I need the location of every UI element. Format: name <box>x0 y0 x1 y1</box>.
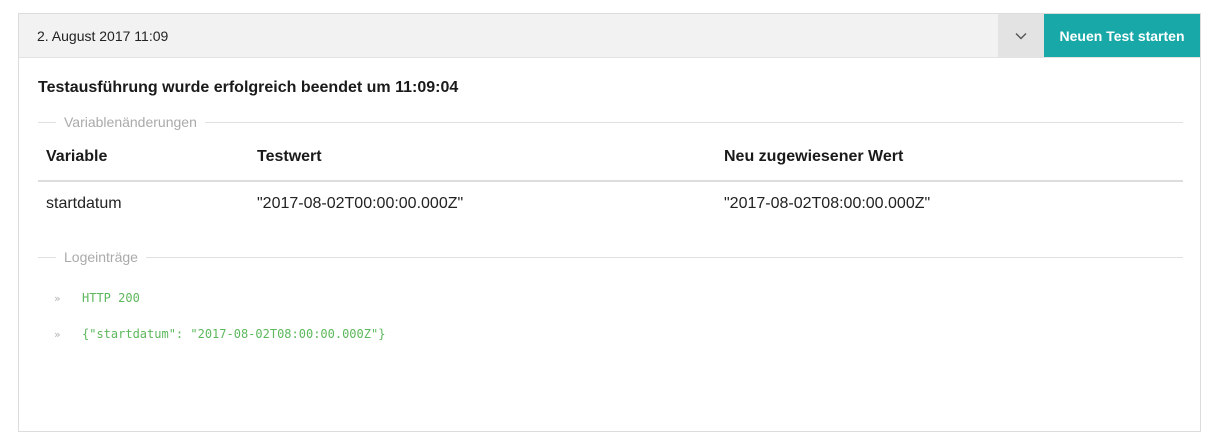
cell-variable: startdatum <box>46 195 122 212</box>
table-row: startdatum "2017-08-02T00:00:00.000Z" "2… <box>38 181 1183 213</box>
column-header-test-value: Testwert <box>249 148 716 182</box>
logs-legend: Logeinträge <box>38 249 1183 265</box>
cell-new-value: "2017-08-02T08:00:00.000Z" <box>724 195 931 212</box>
log-entry: » HTTP 200 <box>54 291 1183 305</box>
test-panel: 2. August 2017 11:09 Neuen Test starten … <box>18 13 1201 432</box>
selected-run-label: 2. August 2017 11:09 <box>37 27 169 44</box>
variable-changes-table: Variable Testwert Neu zugewiesener Wert … <box>38 148 1183 213</box>
legend-divider <box>38 121 56 123</box>
run-dropdown-toggle[interactable] <box>998 14 1044 57</box>
test-run-select[interactable]: 2. August 2017 11:09 <box>19 14 998 57</box>
legend-divider <box>38 256 56 258</box>
column-header-new-value: Neu zugewiesener Wert <box>716 148 1183 182</box>
log-entries: » HTTP 200 » {"startdatum": "2017-08-02T… <box>38 291 1183 341</box>
table-header-row: Variable Testwert Neu zugewiesener Wert <box>38 148 1183 182</box>
test-run-toolbar: 2. August 2017 11:09 Neuen Test starten <box>19 14 1200 58</box>
legend-divider <box>204 121 1183 123</box>
log-entry-text: HTTP 200 <box>82 291 140 305</box>
chevron-down-icon <box>1015 28 1027 43</box>
log-entry-text: {"startdatum": "2017-08-02T08:00:00.000Z… <box>82 327 386 341</box>
logs-legend-label: Logeinträge <box>64 249 138 265</box>
double-chevron-right-icon: » <box>54 327 61 341</box>
variables-legend: Variablenänderungen <box>38 114 1183 130</box>
variables-legend-label: Variablenänderungen <box>64 114 197 130</box>
result-title: Testausführung wurde erfolgreich beendet… <box>38 79 459 96</box>
log-entry: » {"startdatum": "2017-08-02T08:00:00.00… <box>54 327 1183 341</box>
cell-test-value: "2017-08-02T00:00:00.000Z" <box>257 195 464 212</box>
legend-divider <box>145 256 1183 258</box>
column-header-variable: Variable <box>38 148 249 182</box>
start-new-test-button[interactable]: Neuen Test starten <box>1044 14 1200 57</box>
double-chevron-right-icon: » <box>54 291 61 305</box>
